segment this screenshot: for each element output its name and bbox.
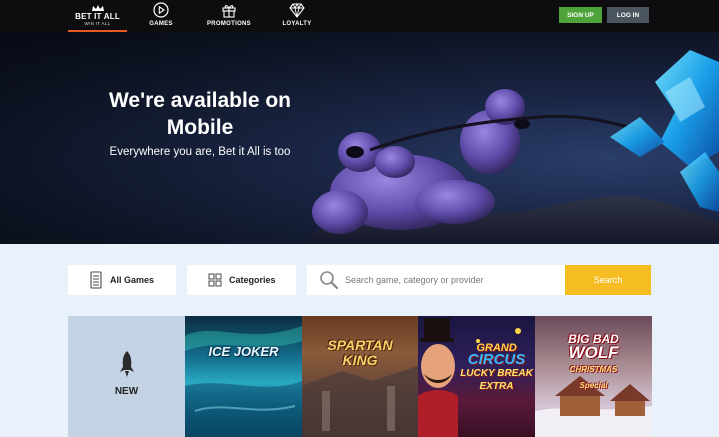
game-title: BIG BAD WOLF CHRISTMAS Special (535, 332, 652, 393)
game-tile-spartan-king[interactable]: SPARTAN KING (302, 316, 418, 437)
game-title-line3: LUCKY BREAK (460, 368, 533, 379)
hero-title-line1: We're available on (108, 89, 292, 112)
grid-icon (208, 273, 222, 287)
game-tile-big-bad-wolf[interactable]: BIG BAD WOLF CHRISTMAS Special (535, 316, 652, 437)
search-button[interactable]: Search (565, 265, 651, 295)
categories-button[interactable]: Categories (187, 265, 296, 295)
hero-banner: We're available on Mobile Everywhere you… (0, 32, 719, 244)
aurora-art (185, 326, 302, 437)
search-box (307, 265, 565, 295)
nav-promotions-label: PROMOTIONS (206, 21, 251, 27)
log-in-button[interactable]: LOG IN (607, 7, 649, 23)
play-circle-icon (153, 2, 169, 18)
spartan-art (302, 366, 418, 437)
search-icon (320, 271, 339, 290)
search-input[interactable] (345, 275, 560, 285)
all-games-label: All Games (110, 275, 155, 285)
top-navigation-bar: BET IT ALL WIN IT ALL GAMES PROMOTIONS L… (0, 0, 719, 32)
rocket-icon (120, 351, 134, 377)
game-title: GRAND CIRCUS LUCKY BREAK EXTRA (418, 342, 535, 393)
game-title: ICE JOKER (208, 344, 279, 359)
diamond-icon (289, 2, 305, 18)
game-title-line2: WOLF (568, 343, 619, 362)
logo-brand: BET IT ALL (75, 12, 120, 21)
game-title-line2: KING (342, 352, 378, 368)
new-games-label: NEW (114, 386, 139, 397)
game-tile-grand-circus[interactable]: GRAND CIRCUS LUCKY BREAK EXTRA (418, 316, 535, 437)
logo-tagline: WIN IT ALL (84, 21, 111, 26)
nav-games[interactable]: GAMES (146, 2, 176, 30)
gift-icon (222, 5, 236, 18)
all-games-button[interactable]: All Games (68, 265, 176, 295)
hero-title: We're available on Mobile (40, 87, 360, 141)
crown-icon (91, 5, 104, 11)
phone-grid-icon (90, 271, 102, 289)
site-logo[interactable]: BET IT ALL WIN IT ALL (68, 2, 127, 32)
nav-loyalty-label: LOYALTY (282, 21, 312, 27)
sign-up-button[interactable]: SIGN UP (559, 7, 602, 23)
hero-title-line2: Mobile (166, 116, 234, 139)
game-title-line3: CHRISTMAS (569, 365, 618, 374)
game-title-line2: CIRCUS (467, 351, 526, 368)
categories-label: Categories (229, 275, 276, 285)
game-tile-ice-joker[interactable]: ICE JOKER (185, 316, 302, 437)
game-title-line1: SPARTAN (327, 337, 393, 353)
game-title: SPARTAN KING (302, 338, 418, 368)
nav-promotions[interactable]: PROMOTIONS (203, 2, 255, 30)
nav-loyalty[interactable]: LOYALTY (280, 2, 314, 30)
hero-subtitle: Everywhere you are, Bet it All is too (109, 146, 291, 158)
game-title-line4: Special (579, 381, 608, 390)
new-games-tile[interactable]: NEW (68, 316, 185, 437)
nav-games-label: GAMES (149, 21, 173, 27)
game-title-line4: EXTRA (479, 381, 514, 392)
